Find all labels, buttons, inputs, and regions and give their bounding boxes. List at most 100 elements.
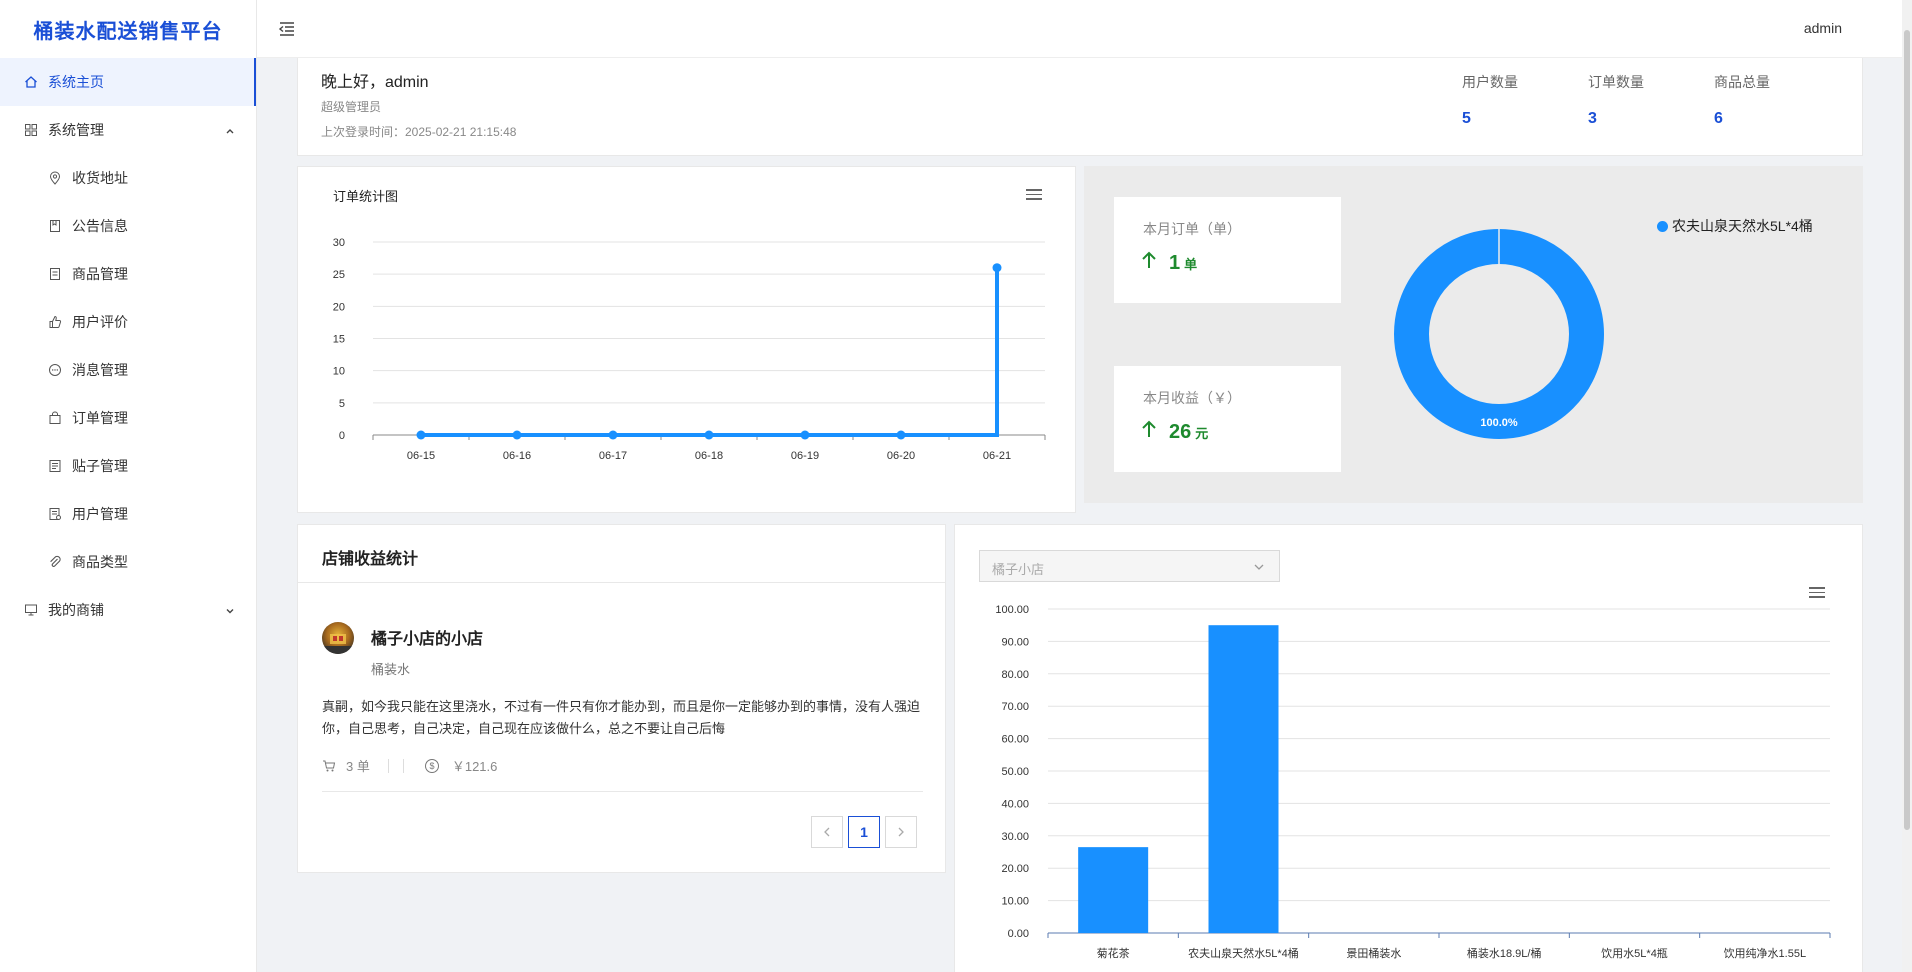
product-sales-card: 橘子小店 0.00 10.00 20.00 30.00 40.00 50.00 60.00 7… bbox=[954, 524, 1863, 972]
top-header: admin bbox=[257, 0, 1912, 58]
sidebar-item-notice[interactable]: 公告信息 bbox=[0, 202, 256, 250]
x-tick-label: 饮用水5L*4瓶 bbox=[1601, 946, 1668, 960]
menu-fold-icon[interactable] bbox=[277, 19, 297, 39]
sidebar-item-address[interactable]: 收货地址 bbox=[0, 154, 256, 202]
greeting-text: 晚上好，admin bbox=[321, 74, 429, 91]
chevron-right-icon bbox=[898, 827, 904, 837]
pager-page-button[interactable]: 1 bbox=[848, 816, 880, 848]
welcome-card: 晚上好，admin 超级管理员 上次登录时间：2025-02-21 21:15:… bbox=[297, 58, 1863, 156]
sidebar-item-system[interactable]: 系统管理 bbox=[0, 106, 256, 154]
y-tick-label: 5 bbox=[339, 398, 345, 410]
stat-products: 商品总量 6 bbox=[1714, 72, 1770, 128]
cart-icon bbox=[322, 759, 336, 773]
shop-name[interactable]: 橘子小店的小店 bbox=[371, 625, 483, 649]
x-tick-label: 06-15 bbox=[407, 450, 435, 462]
home-icon bbox=[24, 75, 38, 89]
stat-label: 商品总量 bbox=[1714, 74, 1770, 90]
y-tick-label: 30 bbox=[333, 237, 345, 249]
sidebar-item-products[interactable]: 商品管理 bbox=[0, 250, 256, 298]
data-point bbox=[704, 430, 714, 440]
y-tick-label: 60.00 bbox=[1001, 734, 1029, 746]
shop-card-title: 店铺收益统计 bbox=[298, 525, 945, 583]
series-line bbox=[421, 267, 999, 437]
sidebar: 桶装水配送销售平台 系统主页 系统管理 收货地址 公告信息 商品管理 用户评价 … bbox=[0, 0, 257, 972]
y-tick-label: 30.00 bbox=[1001, 831, 1029, 843]
bookmark-icon bbox=[48, 219, 62, 233]
pager-next-button[interactable] bbox=[885, 816, 917, 848]
y-tick-label: 0.00 bbox=[1008, 928, 1029, 940]
x-tick-label: 06-21 bbox=[983, 450, 1011, 462]
y-tick-label: 90.00 bbox=[1001, 636, 1029, 648]
pie-slice bbox=[1394, 229, 1604, 439]
last-login-time: 上次登录时间：2025-02-21 21:15:48 bbox=[321, 125, 517, 139]
sidebar-item-label: 用户评价 bbox=[72, 314, 128, 330]
x-tick-label: 06-19 bbox=[791, 450, 819, 462]
sidebar-item-label: 商品管理 bbox=[72, 266, 128, 282]
sidebar-item-label: 商品类型 bbox=[72, 554, 128, 570]
sidebar-item-users[interactable]: 用户管理 bbox=[0, 490, 256, 538]
sidebar-item-categories[interactable]: 商品类型 bbox=[0, 538, 256, 586]
meta-divider bbox=[387, 758, 389, 773]
thumb-up-icon bbox=[48, 315, 62, 329]
data-point bbox=[896, 430, 906, 440]
paperclip-icon bbox=[48, 555, 62, 569]
y-tick-label: 25 bbox=[333, 269, 345, 281]
scrollbar-thumb[interactable] bbox=[1904, 30, 1910, 830]
chevron-up-icon bbox=[224, 124, 236, 136]
sidebar-item-my-shop[interactable]: 我的商铺 bbox=[0, 586, 256, 634]
y-tick-label: 10.00 bbox=[1001, 896, 1029, 908]
sidebar-item-messages[interactable]: 消息管理 bbox=[0, 346, 256, 394]
grid-icon bbox=[24, 123, 38, 137]
y-tick-label: 0 bbox=[339, 430, 345, 442]
x-tick-label: 农夫山泉天然水5L*4桶 bbox=[1188, 946, 1299, 960]
data-point bbox=[512, 430, 522, 440]
page-scrollbar[interactable] bbox=[1902, 0, 1912, 972]
bar bbox=[1208, 625, 1279, 933]
pie-legend[interactable]: 农夫山泉天然水5L*4桶 bbox=[1657, 216, 1813, 236]
message-icon bbox=[48, 363, 62, 377]
sidebar-item-label: 订单管理 bbox=[72, 410, 128, 426]
y-tick-label: 20.00 bbox=[1001, 863, 1029, 875]
shop-avatar bbox=[322, 622, 354, 654]
sidebar-item-label: 贴子管理 bbox=[72, 458, 128, 474]
shop-order-count: 3 单 bbox=[346, 759, 370, 774]
order-chart-card: 订单统计图 0 5 10 15 20 25 30 06-15 06-16 06-17 06-18 06… bbox=[297, 166, 1076, 513]
product-bar-chart: 0.00 10.00 20.00 30.00 40.00 50.00 60.00 70.00 8… bbox=[995, 604, 1831, 960]
meta-divider bbox=[402, 758, 404, 773]
x-tick-label: 饮用纯净水1.55L bbox=[1724, 946, 1807, 960]
shop-meta: 3 单 $ ￥121.6 bbox=[322, 756, 497, 775]
sidebar-item-label: 我的商铺 bbox=[48, 602, 104, 618]
svg-text:$: $ bbox=[429, 761, 434, 771]
x-tick-label: 景田桶装水 bbox=[1346, 946, 1401, 960]
x-tick-label: 06-17 bbox=[599, 450, 627, 462]
stat-orders: 订单数量 3 bbox=[1588, 72, 1644, 128]
stat-value: 3 bbox=[1588, 110, 1597, 127]
y-tick-label: 50.00 bbox=[1001, 766, 1029, 778]
y-tick-label: 80.00 bbox=[1001, 669, 1029, 681]
shop-divider bbox=[322, 791, 923, 792]
user-role: 超级管理员 bbox=[321, 100, 382, 114]
month-stats-panel: 本月订单（单） 1 单 本月收益（￥） 26 元 100.0% 农夫山泉天然水5… bbox=[1084, 166, 1863, 503]
data-point bbox=[992, 263, 1002, 273]
sidebar-item-orders[interactable]: 订单管理 bbox=[0, 394, 256, 442]
sidebar-item-label: 消息管理 bbox=[72, 362, 128, 378]
sidebar-item-posts[interactable]: 贴子管理 bbox=[0, 442, 256, 490]
post-icon bbox=[48, 459, 62, 473]
data-point bbox=[800, 430, 810, 440]
y-tick-label: 20 bbox=[333, 301, 345, 313]
pager-prev-button[interactable] bbox=[811, 816, 843, 848]
sidebar-item-reviews[interactable]: 用户评价 bbox=[0, 298, 256, 346]
y-tick-label: 100.00 bbox=[995, 604, 1029, 616]
bag-icon bbox=[48, 411, 62, 425]
chevron-down-icon bbox=[224, 604, 236, 616]
coin-icon: $ bbox=[424, 758, 440, 774]
y-tick-label: 15 bbox=[333, 334, 345, 346]
product-icon bbox=[48, 267, 62, 281]
app-root: 桶装水配送销售平台 系统主页 系统管理 收货地址 公告信息 商品管理 用户评价 … bbox=[0, 0, 1912, 972]
stat-label: 用户数量 bbox=[1462, 74, 1518, 90]
user-doc-icon bbox=[48, 507, 62, 521]
y-tick-label: 70.00 bbox=[1001, 701, 1029, 713]
sidebar-item-home[interactable]: 系统主页 bbox=[0, 58, 256, 106]
stat-label: 订单数量 bbox=[1588, 74, 1644, 90]
user-menu[interactable]: admin bbox=[1804, 20, 1842, 36]
